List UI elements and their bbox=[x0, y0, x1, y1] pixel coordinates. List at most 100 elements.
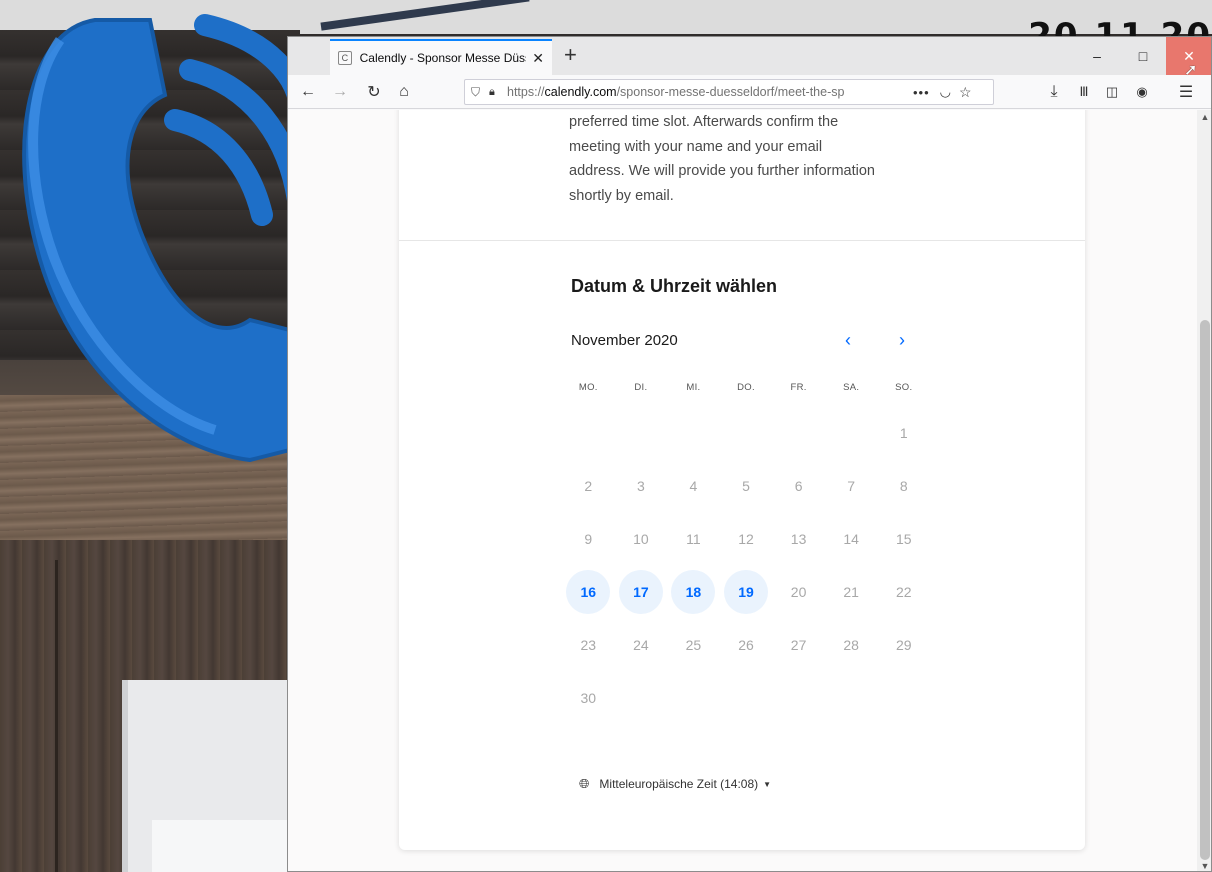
calendar-cell: 14 bbox=[825, 512, 878, 565]
minimize-button[interactable]: – bbox=[1074, 37, 1120, 75]
calendar-cell: 3 bbox=[615, 459, 668, 512]
calendar-day: 3 bbox=[636, 477, 645, 494]
vertical-scrollbar[interactable]: ▲ ▼ bbox=[1197, 110, 1211, 871]
weekday-label: MI. bbox=[686, 382, 701, 393]
intro-line: meeting with your name and your email bbox=[569, 138, 823, 155]
menu-icon[interactable]: ☰ bbox=[1174, 80, 1198, 104]
calendar-cell bbox=[877, 671, 930, 724]
calendar-cell bbox=[615, 671, 668, 724]
calendar-cell: 8 bbox=[877, 459, 930, 512]
pocket-icon[interactable]: ◡ bbox=[940, 84, 951, 100]
available-day-button[interactable]: 19 bbox=[724, 569, 769, 614]
calendar-week-row: 2 3 4 5 6 7 8 bbox=[562, 459, 930, 512]
calendar-cell: 9 bbox=[562, 512, 615, 565]
intro-line: address. We will provide you further inf… bbox=[569, 163, 875, 179]
sidebar-icon[interactable]: ◫ bbox=[1100, 80, 1124, 104]
calendar-cell: 24 bbox=[615, 618, 668, 671]
calendar-day: 26 bbox=[738, 636, 754, 653]
calendar-day: 30 bbox=[580, 689, 597, 706]
calendar-day: 12 bbox=[738, 530, 754, 547]
calendar-cell: 27 bbox=[772, 618, 825, 671]
calendar-cell: 29 bbox=[877, 618, 930, 671]
tab-close-icon[interactable]: ✕ bbox=[532, 50, 544, 67]
calendar-cell: 2 bbox=[562, 459, 615, 512]
calendar-day: 29 bbox=[895, 636, 912, 653]
calendar-week-row: 9 10 11 12 13 14 15 bbox=[562, 512, 930, 565]
calendar-day: 23 bbox=[580, 636, 597, 653]
calendar-cell: 19 bbox=[720, 565, 773, 618]
calendar-day: 9 bbox=[584, 530, 593, 547]
calendar-day: 10 bbox=[633, 530, 649, 547]
tab-bar: C Calendly - Sponsor Messe Düsseldorf ✕ … bbox=[288, 37, 1211, 75]
calendar-week-row: 23 24 25 26 27 28 29 bbox=[562, 618, 930, 671]
maximize-button[interactable]: □ bbox=[1120, 37, 1166, 75]
new-tab-button[interactable]: + bbox=[564, 43, 577, 67]
calendar-cell: 7 bbox=[825, 459, 878, 512]
section-title: Datum & Uhrzeit wählen bbox=[571, 276, 778, 296]
mouse-cursor-icon: ➚ bbox=[1184, 62, 1198, 79]
calendar-day: 24 bbox=[633, 636, 649, 653]
weekday-label: SA. bbox=[843, 382, 860, 393]
calendar-cell bbox=[667, 671, 720, 724]
weekday-label: FR. bbox=[790, 382, 807, 393]
page-actions-button[interactable]: ••• bbox=[913, 85, 930, 100]
timezone-label: Mitteleuropäische Zeit (14:08) bbox=[599, 777, 759, 791]
calendar-cell: 28 bbox=[825, 618, 878, 671]
background-desk-seam bbox=[55, 560, 58, 872]
shield-icon[interactable]: ⛉ bbox=[471, 85, 489, 100]
lock-icon[interactable]: 🔒︎ bbox=[489, 86, 507, 99]
background-white-box-front bbox=[152, 820, 292, 872]
calendar-cell: 18 bbox=[667, 565, 720, 618]
back-arrow-icon[interactable]: ← bbox=[296, 80, 320, 104]
phone-logo-icon bbox=[22, 14, 300, 463]
account-icon[interactable]: ◉ bbox=[1130, 80, 1154, 104]
background-clock: 20.11.20 bbox=[1028, 16, 1212, 38]
scrollbar-thumb[interactable] bbox=[1200, 320, 1210, 860]
calendar-cell: 11 bbox=[667, 512, 720, 565]
calendar-day: 5 bbox=[742, 477, 750, 494]
next-month-button[interactable]: › bbox=[899, 330, 905, 351]
calendar-day: 11 bbox=[686, 530, 701, 547]
calendar-cell: 4 bbox=[667, 459, 720, 512]
calendar-day: 28 bbox=[843, 636, 859, 653]
globe-icon: 🌐︎ bbox=[579, 776, 590, 791]
calendar-cell bbox=[615, 406, 668, 459]
calendar-cell bbox=[562, 406, 615, 459]
address-bar[interactable]: ⛉ 🔒︎ https://calendly.com/sponsor-messe-… bbox=[464, 79, 994, 105]
tab-calendly[interactable]: C Calendly - Sponsor Messe Düsseldorf ✕ bbox=[330, 39, 552, 75]
calendar-day: 6 bbox=[794, 477, 803, 494]
navigation-toolbar: ← → ↻ ⌂ ⛉ 🔒︎ https://calendly.com/sponso… bbox=[288, 75, 1211, 109]
calendar-week-row: 30 bbox=[562, 671, 930, 724]
reload-icon[interactable]: ↻ bbox=[362, 80, 386, 104]
scroll-up-icon[interactable]: ▲ bbox=[1197, 112, 1211, 122]
calendar-day: 8 bbox=[899, 477, 908, 494]
home-icon[interactable]: ⌂ bbox=[392, 80, 416, 104]
calendly-favicon-icon: C bbox=[338, 51, 352, 65]
calendar-cell: 21 bbox=[825, 565, 878, 618]
available-day-button[interactable]: 18 bbox=[671, 569, 716, 614]
forward-arrow-icon[interactable]: → bbox=[328, 80, 352, 104]
calendar-cell: 12 bbox=[720, 512, 773, 565]
previous-month-button[interactable]: ‹ bbox=[845, 330, 851, 351]
calendar-cell: 10 bbox=[615, 512, 668, 565]
calendar-day: 2 bbox=[584, 477, 593, 494]
weekday-label: MO. bbox=[578, 382, 598, 393]
timezone-selector[interactable]: 🌐︎ Mitteleuropäische Zeit (14:08) ▼ bbox=[579, 776, 771, 792]
calendar-day: 20 bbox=[790, 583, 807, 600]
bookmark-star-icon[interactable]: ☆ bbox=[959, 84, 972, 101]
calendar-cell: 30 bbox=[562, 671, 615, 724]
calendar-day: 21 bbox=[843, 583, 859, 600]
available-day-button[interactable]: 17 bbox=[618, 569, 663, 614]
library-icon[interactable]: Ⅲ bbox=[1072, 80, 1096, 104]
calendar-cell bbox=[667, 406, 720, 459]
intro-line: shortly by email. bbox=[569, 187, 674, 204]
browser-window: C Calendly - Sponsor Messe Düsseldorf ✕ … bbox=[287, 36, 1212, 872]
scroll-down-icon[interactable]: ▼ bbox=[1197, 861, 1211, 871]
calendar-cell: 1 bbox=[877, 406, 930, 459]
url-text[interactable]: https://calendly.com/sponsor-messe-duess… bbox=[507, 85, 903, 99]
intro-text: preferred time slot. Afterwards confirm … bbox=[569, 110, 929, 208]
calendar-day: 25 bbox=[685, 636, 702, 653]
download-icon[interactable]: ⤓ bbox=[1042, 80, 1066, 104]
available-day-button[interactable]: 16 bbox=[566, 569, 611, 614]
calendar-cell: 5 bbox=[720, 459, 773, 512]
